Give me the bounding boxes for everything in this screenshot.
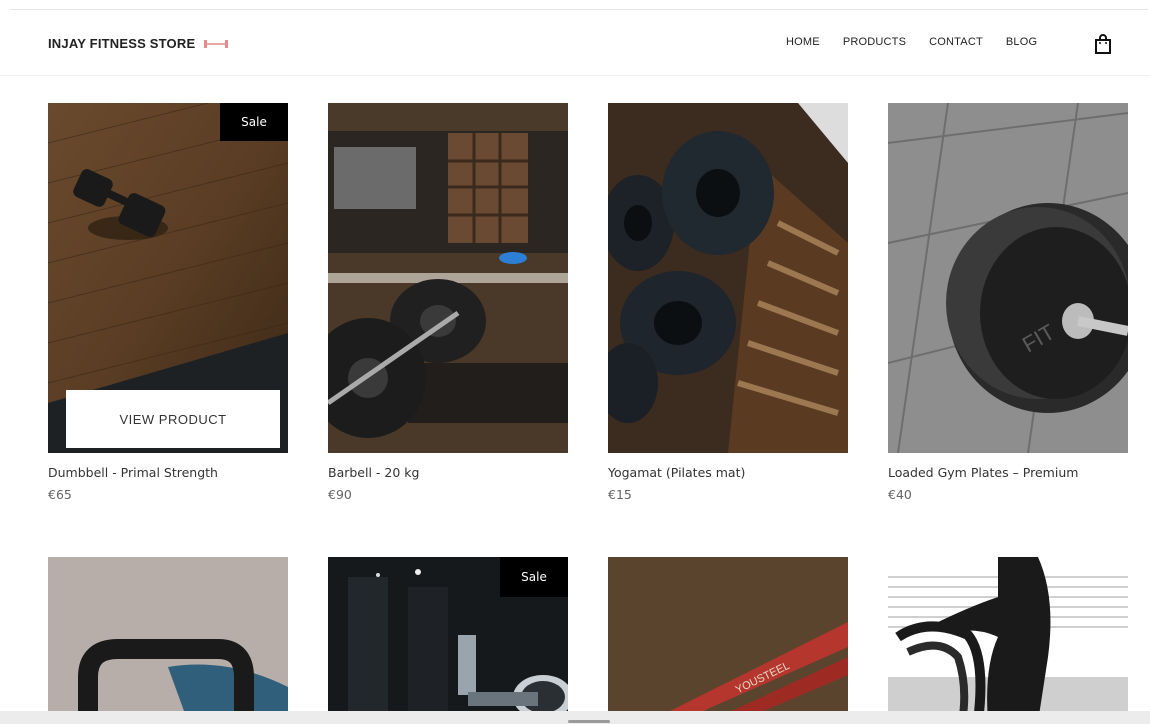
product-image[interactable]: Sale VIEW PRODUCT (48, 103, 288, 453)
sale-badge: Sale (220, 103, 288, 141)
product-image[interactable]: Sale (328, 557, 568, 722)
product-name[interactable]: Barbell - 20 kg (328, 460, 568, 485)
product-name[interactable]: Loaded Gym Plates – Premium (888, 460, 1128, 485)
product-image[interactable] (608, 103, 848, 453)
product-price: €15 (608, 487, 632, 502)
brand-logo[interactable]: INJAY FITNESS STORE (48, 36, 230, 51)
product-price: €40 (888, 487, 912, 502)
view-product-button[interactable]: VIEW PRODUCT (66, 390, 280, 448)
shopping-bag-icon[interactable] (1093, 33, 1113, 55)
product-image[interactable] (48, 557, 288, 722)
product-card[interactable]: Barbell - 20 kg €90 (328, 103, 568, 502)
product-name[interactable]: Dumbbell - Primal Strength (48, 460, 288, 485)
drag-handle[interactable] (568, 720, 610, 723)
product-card[interactable] (888, 557, 1128, 722)
product-image[interactable] (888, 557, 1128, 722)
product-name[interactable]: Yogamat (Pilates mat) (608, 460, 848, 485)
nav-blog[interactable]: BLOG (1006, 36, 1037, 48)
product-card[interactable] (48, 557, 288, 722)
site-header: INJAY FITNESS STORE HOME PRODUCTS CONTAC… (0, 10, 1150, 76)
product-image[interactable] (328, 103, 568, 453)
main-nav: HOME PRODUCTS CONTACT BLOG (786, 36, 1060, 48)
nav-home[interactable]: HOME (786, 36, 820, 48)
product-price: €90 (328, 487, 352, 502)
brand-name: INJAY FITNESS STORE (48, 36, 196, 51)
sale-badge: Sale (500, 557, 568, 597)
product-card[interactable]: Yogamat (Pilates mat) €15 (608, 103, 848, 502)
product-card[interactable]: Sale (328, 557, 568, 722)
product-card[interactable]: FIT Loaded Gym Plates – Premium €40 (888, 103, 1128, 502)
product-image[interactable]: FIT (888, 103, 1128, 453)
nav-products[interactable]: PRODUCTS (843, 36, 906, 48)
dumbbell-icon (204, 39, 229, 48)
product-card[interactable]: YOUSTEEL (608, 557, 848, 722)
product-image[interactable]: YOUSTEEL (608, 557, 848, 722)
nav-contact[interactable]: CONTACT (929, 36, 983, 48)
product-price: €65 (48, 487, 72, 502)
product-card[interactable]: Sale VIEW PRODUCT Dumbbell - Primal Stre… (48, 103, 288, 502)
bottom-scroll-bar (0, 711, 1150, 724)
